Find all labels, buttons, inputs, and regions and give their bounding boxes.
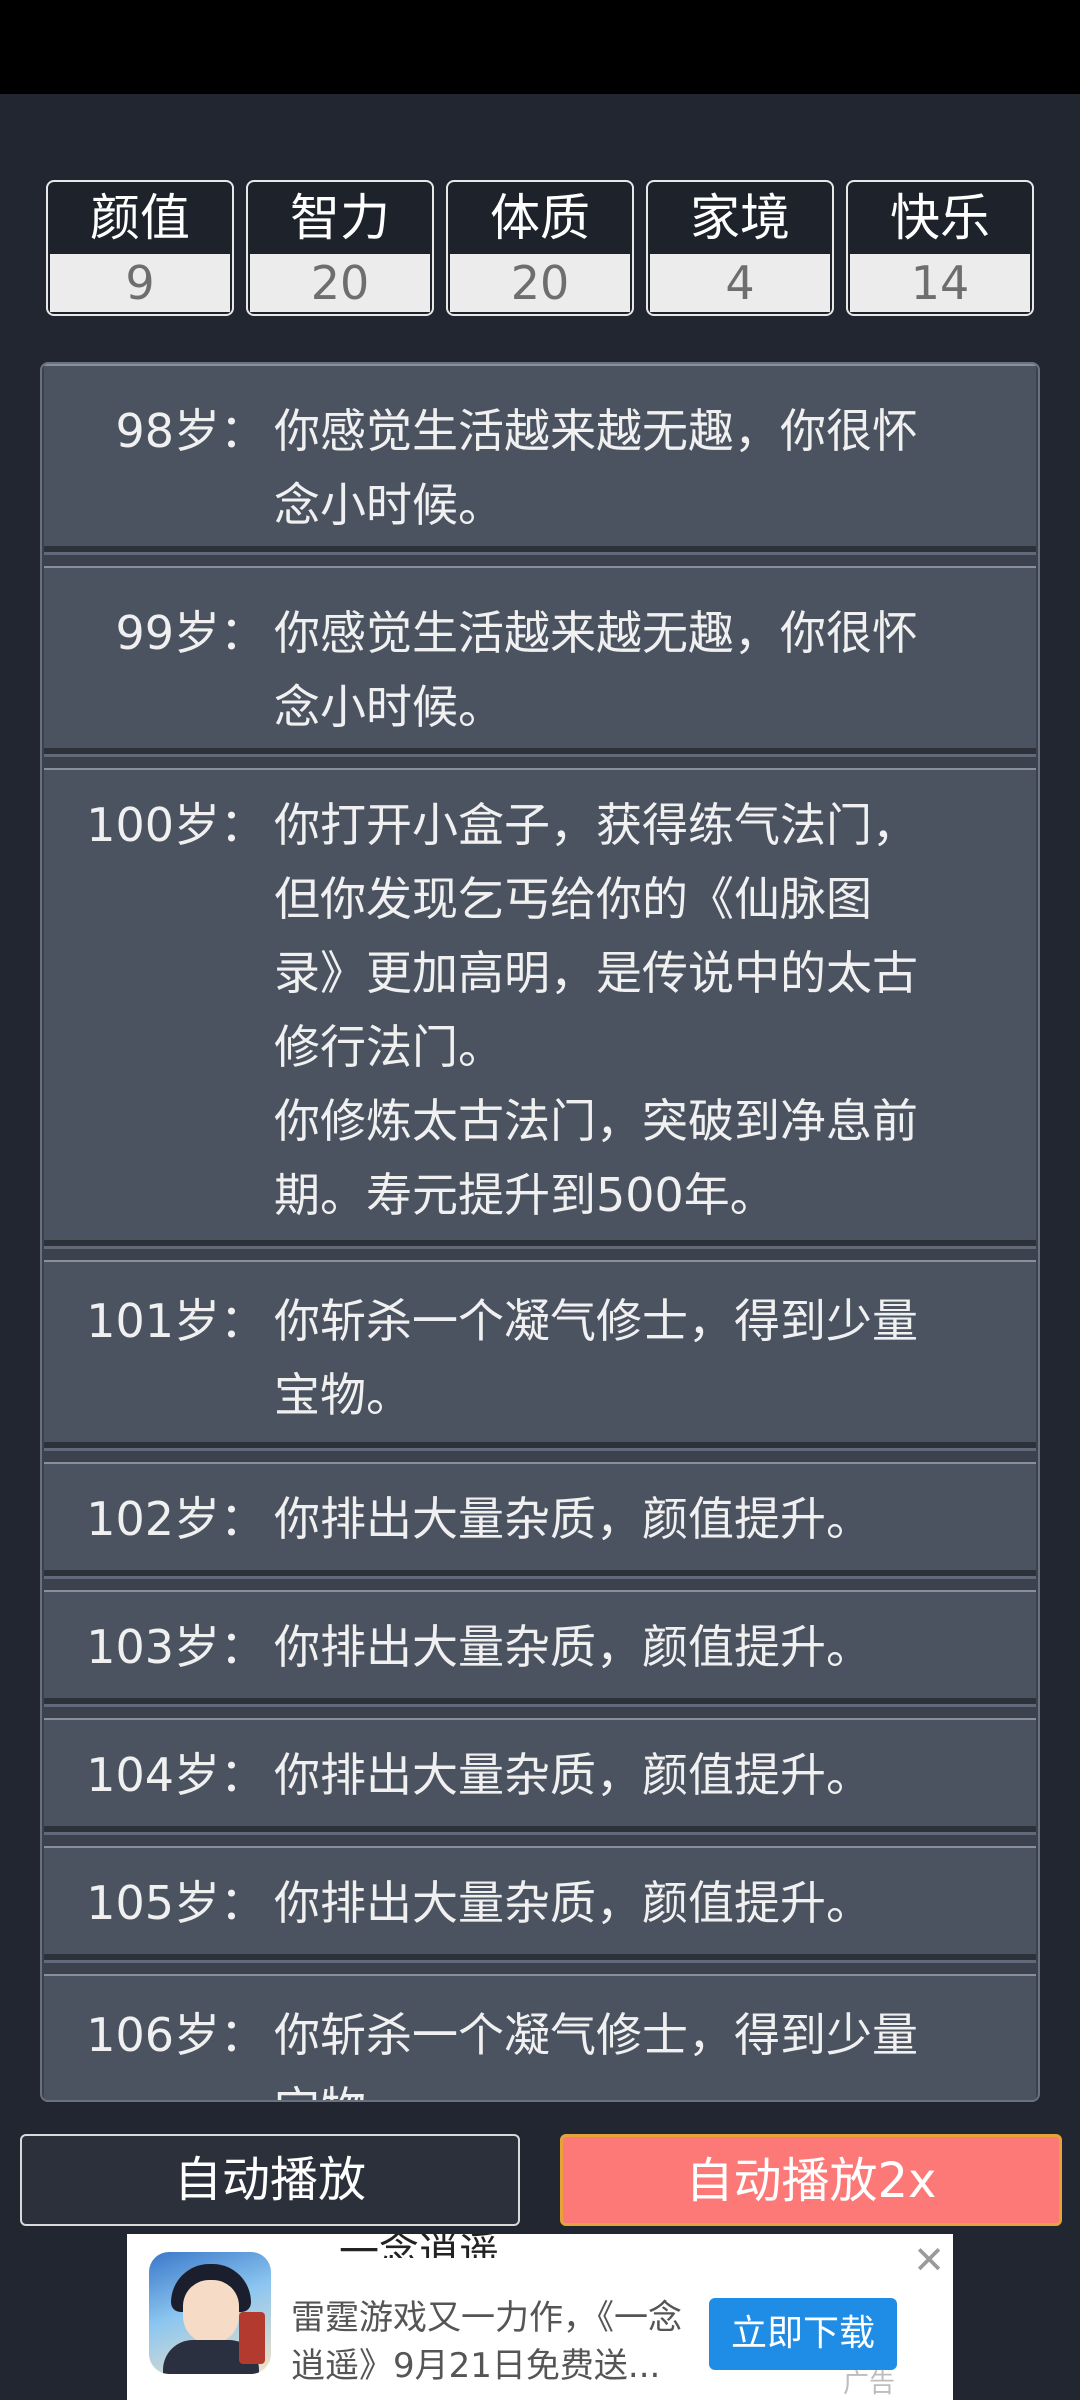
attribute-panel: 颜值 9 智力 20 体质 20 家境 4 快乐 14 — [46, 180, 1036, 316]
event-text: 你排出大量杂质，颜值提升。 — [274, 1876, 872, 1930]
event-age: 104岁： — [86, 1748, 266, 1802]
event-text: 你打开小盒子，获得练气法门， 但你发现乞丐给你的《仙脉图 录》更加高明，是传说中… — [274, 798, 918, 1222]
ad-banner[interactable]: 一念逍遥 雷霆游戏又一力作，《一念逍遥》9月21日免费送... 立即下载 ✕ 广… — [127, 2234, 953, 2400]
event-text: 你斩杀一个凝气修士，得到少量 宝物。 — [274, 1294, 918, 1422]
event-item: 106岁： 你斩杀一个凝气修士，得到少量 宝物。 — [44, 1974, 1036, 2100]
event-item: 98岁： 你感觉生活越来越无趣，你很怀 念小时候。 — [44, 364, 1036, 552]
stat-value: 4 — [650, 254, 830, 312]
event-item: 102岁： 你排出大量杂质，颜值提升。 — [44, 1462, 1036, 1576]
stat-label: 体质 — [490, 189, 590, 247]
stat-card-appearance: 颜值 9 — [46, 180, 234, 316]
event-item: 101岁： 你斩杀一个凝气修士，得到少量 宝物。 — [44, 1260, 1036, 1448]
auto-play-2x-button[interactable]: 自动播放2x — [560, 2134, 1062, 2226]
event-age: 99岁： — [115, 606, 266, 660]
event-age: 100岁： — [86, 798, 266, 852]
stat-label: 快乐 — [890, 189, 990, 247]
event-text: 你排出大量杂质，颜值提升。 — [274, 1620, 872, 1674]
event-item: 100岁： 你打开小盒子，获得练气法门， 但你发现乞丐给你的《仙脉图 录》更加高… — [44, 768, 1036, 1246]
auto-play-button[interactable]: 自动播放 — [20, 2134, 520, 2226]
event-item: 104岁： 你排出大量杂质，颜值提升。 — [44, 1718, 1036, 1832]
event-age: 101岁： — [86, 1294, 266, 1348]
event-text: 你斩杀一个凝气修士，得到少量 宝物。 — [274, 2008, 918, 2100]
game-logo-icon — [149, 2252, 271, 2374]
event-text: 你感觉生活越来越无趣，你很怀 念小时候。 — [274, 606, 918, 734]
stat-card-happiness: 快乐 14 — [846, 180, 1034, 316]
stat-label: 颜值 — [90, 189, 190, 247]
event-age: 106岁： — [86, 2008, 266, 2062]
event-text: 你排出大量杂质，颜值提升。 — [274, 1492, 872, 1546]
stat-card-intelligence: 智力 20 — [246, 180, 434, 316]
event-age: 98岁： — [115, 404, 266, 458]
stat-value: 14 — [850, 254, 1030, 312]
stat-value: 20 — [250, 254, 430, 312]
stat-card-family: 家境 4 — [646, 180, 834, 316]
event-item: 99岁： 你感觉生活越来越无趣，你很怀 念小时候。 — [44, 566, 1036, 754]
ad-description: 雷霆游戏又一力作，《一念逍遥》9月21日免费送... — [291, 2298, 682, 2386]
event-item: 103岁： 你排出大量杂质，颜值提升。 — [44, 1590, 1036, 1704]
event-age: 102岁： — [86, 1492, 266, 1546]
status-bar — [0, 0, 1080, 94]
stat-label: 家境 — [690, 189, 790, 247]
stat-value: 20 — [450, 254, 630, 312]
ad-title: 一念逍遥 — [339, 2234, 499, 2258]
stat-card-constitution: 体质 20 — [446, 180, 634, 316]
ad-label: 广告 — [843, 2369, 896, 2399]
event-text: 你感觉生活越来越无趣，你很怀 念小时候。 — [274, 404, 918, 532]
download-button[interactable]: 立即下载 — [709, 2298, 897, 2370]
stat-label: 智力 — [290, 189, 390, 247]
close-icon[interactable]: ✕ — [911, 2241, 947, 2279]
stat-value: 9 — [50, 254, 230, 312]
event-item: 105岁： 你排出大量杂质，颜值提升。 — [44, 1846, 1036, 1960]
event-age: 103岁： — [86, 1620, 266, 1674]
event-age: 105岁： — [86, 1876, 266, 1930]
life-event-log[interactable]: 98岁： 你感觉生活越来越无趣，你很怀 念小时候。 99岁： 你感觉生活越来越无… — [40, 362, 1040, 2102]
event-text: 你排出大量杂质，颜值提升。 — [274, 1748, 872, 1802]
